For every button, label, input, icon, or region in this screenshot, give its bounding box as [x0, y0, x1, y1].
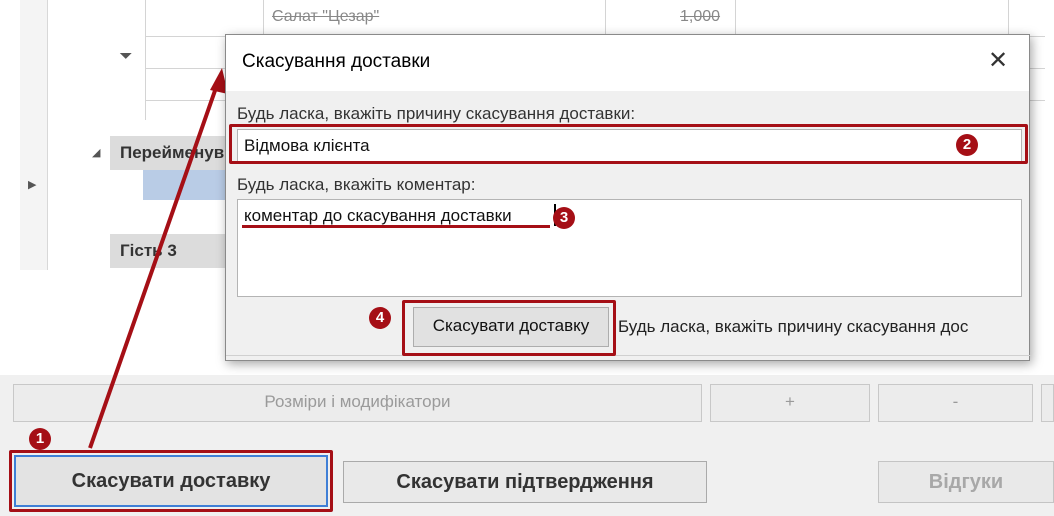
dialog-divider [226, 355, 1031, 356]
reason-label: Будь ласка, вкажіть причину скасування д… [237, 104, 636, 123]
annotation-marker-4: 4 [369, 307, 391, 329]
annotation-box-1 [9, 450, 333, 512]
annotation-box-4 [402, 300, 616, 356]
comment-label: Будь ласка, вкажіть коментар: [237, 175, 476, 194]
annotation-underline-3 [242, 225, 550, 228]
annotation-marker-1: 1 [29, 428, 51, 450]
comment-text: коментар до скасування доставки [244, 206, 512, 225]
cancel-delivery-dialog: Скасування доставки ✕ Будь ласка, вкажіт… [225, 34, 1031, 361]
close-icon[interactable]: ✕ [985, 49, 1011, 75]
validation-hint: Будь ласка, вкажіть причину скасування д… [618, 317, 969, 336]
annotation-box-2 [229, 124, 1028, 164]
comment-field[interactable]: коментар до скасування доставки [237, 199, 1022, 297]
dialog-titlebar: Скасування доставки ✕ [226, 35, 1029, 91]
dialog-title: Скасування доставки [242, 51, 431, 72]
annotation-marker-3: 3 [553, 207, 575, 229]
annotation-marker-2: 2 [956, 134, 978, 156]
